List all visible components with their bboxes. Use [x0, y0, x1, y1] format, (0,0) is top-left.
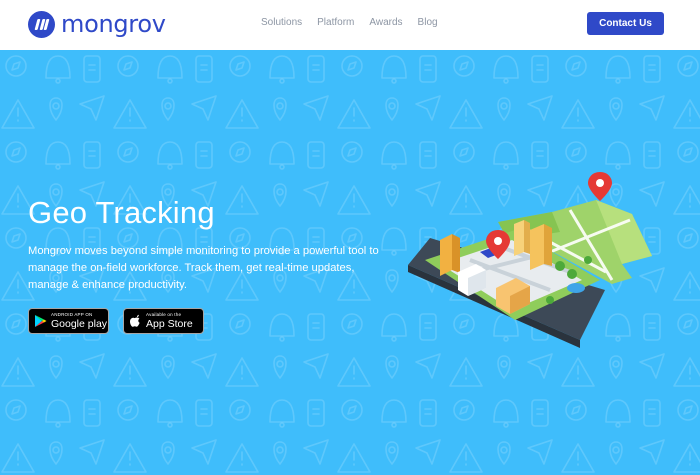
apple-icon [124, 314, 146, 328]
site-header: mongrov Solutions Platform Awards Blog C… [0, 0, 700, 50]
nav-platform[interactable]: Platform [317, 17, 354, 28]
brand-name: mongrov [61, 10, 166, 38]
app-store-big-text: App Store [146, 317, 193, 330]
google-play-small-text: ANDROID APP ON [51, 312, 93, 317]
app-store-badge[interactable]: Available on the App Store [123, 308, 204, 334]
mongrov-logo-icon [28, 10, 55, 38]
page: mongrov Solutions Platform Awards Blog C… [0, 0, 700, 475]
nav-blog[interactable]: Blog [418, 17, 438, 28]
google-play-icon [29, 314, 51, 328]
hero-section: Geo Tracking Mongrov moves beyond simple… [0, 50, 700, 475]
app-store-small-text: Available on the [146, 312, 182, 317]
google-play-big-text: Google play [51, 317, 108, 330]
phone-map-illustration [408, 172, 652, 348]
google-play-badge[interactable]: ANDROID APP ON Google play [28, 308, 109, 334]
nav-solutions[interactable]: Solutions [261, 17, 302, 28]
nav-awards[interactable]: Awards [369, 17, 402, 28]
hero-description: Mongrov moves beyond simple monitoring t… [28, 245, 379, 291]
hero-title: Geo Tracking [28, 195, 215, 230]
logo[interactable]: mongrov [28, 9, 166, 39]
contact-us-button[interactable]: Contact Us [587, 12, 664, 35]
main-nav: Solutions Platform Awards Blog [261, 17, 438, 28]
